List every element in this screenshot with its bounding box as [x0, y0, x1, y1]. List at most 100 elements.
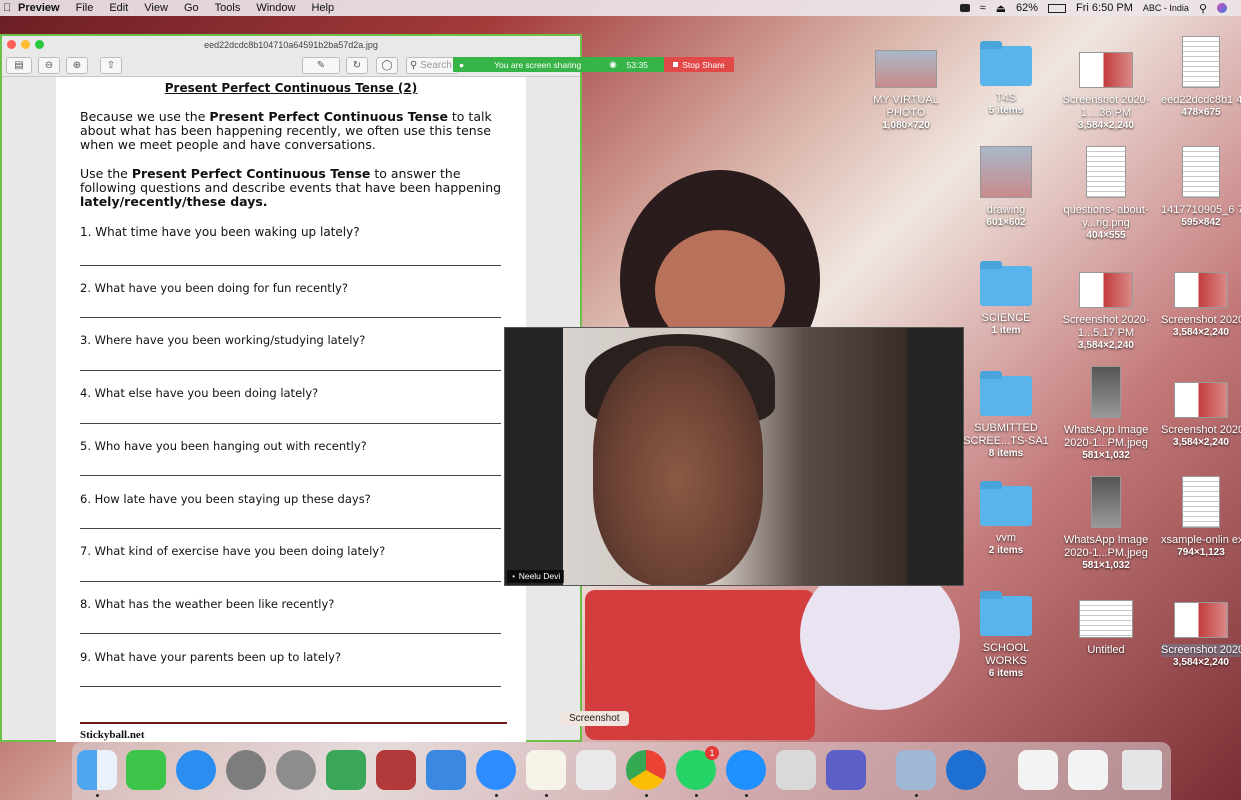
zoom-out-button[interactable]: ⊖: [38, 57, 60, 74]
desktop-icon[interactable]: SCHOOL WORKS 6 items: [961, 591, 1051, 679]
desktop-icon[interactable]: Untitled: [1061, 600, 1151, 657]
menu-help[interactable]: Help: [303, 2, 342, 14]
menu-file[interactable]: File: [68, 2, 102, 14]
markup-toolbar-button[interactable]: ◯: [376, 57, 398, 74]
menu-view[interactable]: View: [136, 2, 176, 14]
desktop-icon[interactable]: SCIENCE 1 item: [961, 261, 1051, 336]
question-7: 7. What kind of exercise have you been d…: [80, 544, 386, 558]
eject-icon[interactable]: ⏏: [996, 2, 1006, 15]
rotate-button[interactable]: ↻: [346, 57, 368, 74]
stop-share-label: Stop Share: [682, 59, 725, 70]
desktop-icon-label: xsample-onlin exercis...uM.p: [1161, 534, 1241, 546]
notification-badge: 1: [705, 746, 719, 760]
desktop-icon-info: 3,584×2,240: [1078, 340, 1134, 351]
desktop-icon[interactable]: Screenshot 2020-1....09 P3,584×2,240: [1161, 602, 1241, 668]
printer-icon[interactable]: [776, 750, 816, 790]
zoom-icon[interactable]: [476, 750, 516, 790]
desktop-icon-info: 3,584×2,240: [1173, 437, 1229, 448]
video-face-shape: [593, 346, 763, 585]
menu-tools[interactable]: Tools: [207, 2, 249, 14]
desktop-icon[interactable]: WhatsApp Image 2020-1...PM.jpeg 581×1,032: [1061, 476, 1151, 571]
trash-icon[interactable]: [1122, 750, 1162, 790]
window-titlebar[interactable]: eed22dcdc8b104710a64591b2ba57d2a.jpg: [2, 36, 580, 54]
stop-share-button[interactable]: Stop Share: [664, 57, 734, 72]
desktop-icon-label: questions- about-y...rig.png: [1063, 204, 1149, 229]
battery-percent[interactable]: 62%: [1016, 2, 1038, 14]
chrome-icon[interactable]: [626, 750, 666, 790]
shield-icon: ◉: [609, 59, 617, 69]
desktop-icon-label: Screenshot 2020-1....09 P: [1161, 644, 1241, 657]
share-status-text: You are screen sharing: [494, 59, 582, 70]
spotlight-search-icon[interactable]: ⚲: [1199, 2, 1207, 15]
desktop-icon[interactable]: drawing 601×602: [961, 146, 1051, 228]
desktop-icon[interactable]: 1417710905_6 74_pre...sive.p595×842: [1161, 146, 1241, 228]
markup-pen-button[interactable]: ✎: [302, 57, 340, 74]
system-preferences-icon[interactable]: [226, 750, 266, 790]
desktop-icon[interactable]: Screenshot 2020-1...5.17 PM 3,584×2,240: [1061, 272, 1151, 351]
folder-icon: [980, 41, 1032, 86]
desktop-icon[interactable]: MY VIRTUAL PHOTO 1,080×720: [861, 50, 951, 131]
desktop-icon-label: Untitled: [1087, 644, 1125, 656]
close-window-button[interactable]: [7, 40, 16, 49]
finder-icon[interactable]: [77, 750, 117, 790]
siri-icon[interactable]: [1217, 3, 1227, 13]
desktop-icon[interactable]: SUBMITTED SCREE...TS-SA1 8 items: [961, 371, 1051, 459]
facetime-icon[interactable]: [126, 750, 166, 790]
minimize-window-button[interactable]: [21, 40, 30, 49]
desktop-icon[interactable]: Screenshot 2020-1...1.31 P3,584×2,240: [1161, 272, 1241, 338]
desktop-icon-info: 794×1,123: [1177, 547, 1225, 558]
teams-icon[interactable]: [826, 750, 866, 790]
answer-line: [80, 265, 501, 266]
numbers-icon[interactable]: [326, 750, 366, 790]
share-button[interactable]: ⇧: [100, 57, 122, 74]
recent-document-thumbnail[interactable]: [1018, 750, 1058, 790]
zoom-in-button[interactable]: ⊕: [66, 57, 88, 74]
search-field[interactable]: ⚲ Search: [406, 57, 459, 74]
clock[interactable]: Fri 6:50 PM: [1076, 2, 1133, 14]
photo-booth-icon[interactable]: [376, 750, 416, 790]
desktop-icon-label: T4S: [995, 92, 1017, 104]
input-source[interactable]: ABC - India: [1143, 3, 1189, 13]
battery-icon[interactable]: [1048, 3, 1067, 13]
app-store-icon[interactable]: [176, 750, 216, 790]
safari-icon[interactable]: [726, 750, 766, 790]
answer-line: [80, 581, 501, 582]
desktop-icon-label: SCHOOL WORKS: [982, 642, 1030, 667]
participant-video-tile[interactable]: ⋆ Neelu Devi: [504, 327, 964, 586]
running-indicator: [495, 794, 498, 797]
file-thumbnail-icon: [1086, 146, 1126, 198]
fullscreen-window-button[interactable]: [35, 40, 44, 49]
preview-icon[interactable]: [896, 750, 936, 790]
desktop-icon[interactable]: xsample-onlin exercis...uM.p794×1,123: [1161, 476, 1241, 558]
desktop-icon-info: 3,584×2,240: [1173, 657, 1229, 668]
desktop-icon[interactable]: WhatsApp Image 2020-1...PM.jpeg 581×1,032: [1061, 366, 1151, 461]
share-status[interactable]: ● You are screen sharing ◉ 53:35: [453, 57, 664, 72]
dock-tooltip: Screenshot: [560, 711, 629, 726]
textedit-icon[interactable]: [526, 750, 566, 790]
menu-edit[interactable]: Edit: [101, 2, 136, 14]
desktop-icon[interactable]: Screenshot 2020-1....36 PM 3,584×2,240: [1061, 52, 1151, 131]
keynote-icon[interactable]: [426, 750, 466, 790]
desktop-icon[interactable]: vvm 2 items: [961, 481, 1051, 556]
apple-icon[interactable]: : [3, 2, 11, 14]
file-thumbnail-icon: [980, 146, 1032, 198]
desktop-icon-label: Screenshot 2020-1...5.17 PM: [1062, 314, 1150, 339]
wifi-icon[interactable]: ≈: [980, 2, 986, 14]
screenshot-icon[interactable]: [576, 750, 616, 790]
menu-window[interactable]: Window: [248, 2, 303, 14]
footer-divider: [80, 722, 507, 724]
launchpad-icon[interactable]: [276, 750, 316, 790]
desktop-icon[interactable]: eed22dcdc8b1 4710a6...d2a.jp478×675: [1161, 36, 1241, 118]
question-4: 4. What else have you been doing lately?: [80, 386, 319, 400]
para2-text: Use the: [80, 166, 132, 181]
quicktime-icon[interactable]: [946, 750, 986, 790]
recent-document-thumbnail[interactable]: [1068, 750, 1108, 790]
desktop-icon[interactable]: questions- about-y...rig.png 404×555: [1061, 146, 1151, 241]
desktop-icon[interactable]: Screenshot 2020-1....53 P3,584×2,240: [1161, 382, 1241, 448]
para2-bold-end: lately/recently/these days.: [80, 194, 268, 209]
menu-go[interactable]: Go: [176, 2, 207, 14]
sidebar-toggle-button[interactable]: ▤: [6, 57, 32, 74]
zoom-status-icon[interactable]: [959, 4, 970, 12]
drag-handle-icon[interactable]: ●: [459, 60, 464, 70]
desktop-icon[interactable]: T4S 5 items: [961, 41, 1051, 116]
